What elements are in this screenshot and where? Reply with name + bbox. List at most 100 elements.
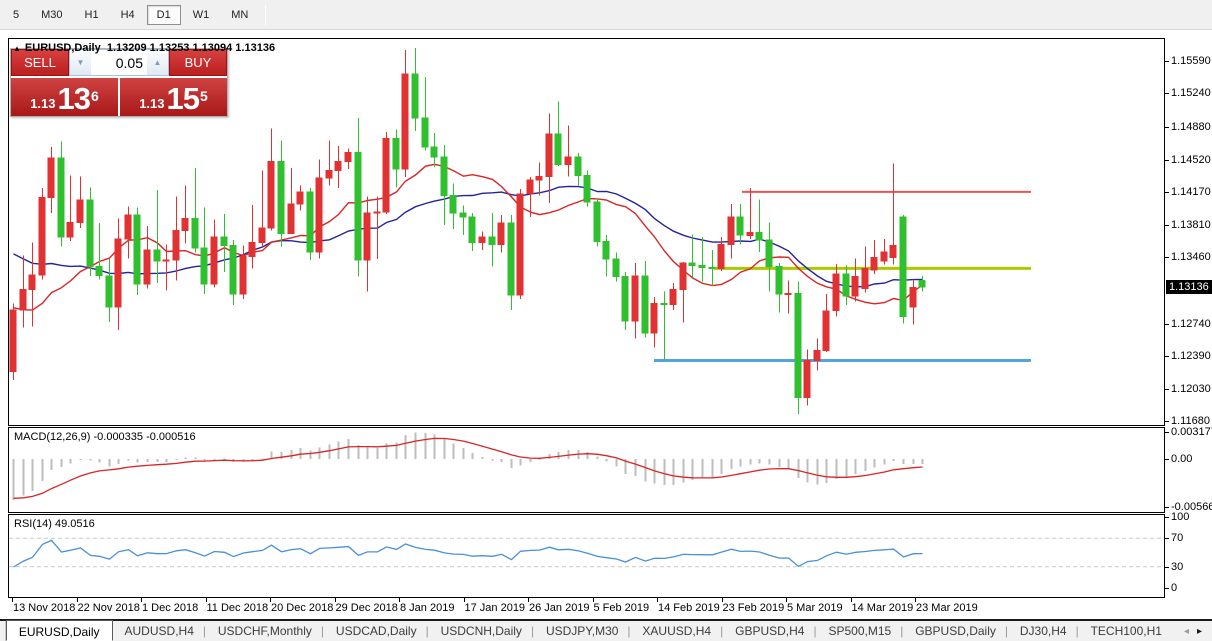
- chart-tab-eurusd[interactable]: EURUSD,Daily: [6, 620, 113, 641]
- buy-price-sup: 5: [200, 78, 208, 114]
- candle-body: [460, 213, 466, 217]
- candle-body: [661, 303, 667, 304]
- candle-body: [106, 276, 112, 307]
- timeframe-button-5[interactable]: 5: [3, 5, 29, 25]
- timeframe-toolbar: 5M30H1H4D1W1MN: [0, 0, 1212, 30]
- timeframe-button-D1[interactable]: D1: [147, 5, 181, 25]
- tabs-scroll-left-icon[interactable]: ◂: [1184, 626, 1189, 637]
- macd-histogram-bar: [826, 459, 828, 483]
- macd-histogram-bar: [195, 458, 197, 459]
- date-label: 23 Feb 2019: [723, 602, 785, 614]
- rsi-tick-label: 100: [1171, 511, 1189, 523]
- chart-tab-dj30[interactable]: DJ30,H4: [1008, 621, 1079, 641]
- chart-tab-usdcnh[interactable]: USDCNH,Daily: [429, 621, 534, 641]
- chart-tab-audusd[interactable]: AUDUSD,H4: [113, 621, 206, 641]
- rsi-chart[interactable]: [9, 515, 1164, 596]
- candle-body: [843, 274, 849, 296]
- ohlc-values: 1.13209 1.13253 1.13094 1.13136: [107, 42, 275, 54]
- timeframe-button-H4[interactable]: H4: [111, 5, 145, 25]
- candle-body: [355, 152, 361, 260]
- symbol-label: EURUSD,Daily: [25, 42, 101, 54]
- chart-tab-gbpusd[interactable]: GBPUSD,H4: [723, 621, 816, 641]
- candle-body: [288, 204, 294, 234]
- candle-body: [10, 310, 16, 372]
- candle-body: [87, 200, 93, 266]
- macd-histogram-bar: [319, 447, 321, 458]
- macd-histogram-bar: [262, 458, 264, 459]
- macd-histogram-bar: [922, 459, 924, 464]
- macd-histogram-bar: [137, 459, 139, 463]
- candle-body: [297, 192, 303, 204]
- price-axis[interactable]: 1.155901.152401.148801.145201.141701.138…: [1165, 38, 1212, 598]
- macd-histogram-bar: [61, 459, 63, 467]
- macd-histogram-bar: [913, 459, 915, 464]
- chart-tab-sp500[interactable]: SP500,M15: [816, 621, 903, 641]
- macd-histogram-bar: [425, 433, 427, 459]
- axis-tick: [1165, 192, 1169, 193]
- candle-body: [642, 276, 648, 333]
- candle-body: [632, 276, 638, 321]
- timeframe-button-MN[interactable]: MN: [221, 5, 258, 25]
- candle-body: [795, 293, 801, 397]
- timeframe-button-H1[interactable]: H1: [75, 5, 109, 25]
- rsi-line: [14, 540, 923, 567]
- date-label: 13 Nov 2018: [13, 602, 75, 614]
- candle-body: [785, 293, 791, 294]
- chart-tab-tech100[interactable]: TECH100,H1: [1079, 621, 1174, 641]
- macd-histogram-bar: [80, 459, 82, 460]
- axis-tick: [1165, 389, 1169, 390]
- candle-body: [192, 219, 198, 249]
- macd-histogram-bar: [846, 459, 848, 477]
- candle-body: [871, 257, 877, 270]
- tab-scrollers: ◂ ▸: [1174, 621, 1212, 641]
- price-tick-label: 1.14170: [1171, 186, 1211, 198]
- macd-histogram-bar: [692, 459, 694, 480]
- chart-tab-usdjpy[interactable]: USDJPY,M30: [534, 621, 630, 641]
- rsi-label: RSI(14) 49.0516: [14, 518, 95, 530]
- candle-body: [718, 244, 724, 268]
- macd-histogram-bar: [893, 459, 895, 461]
- candle-body: [833, 274, 839, 311]
- timeframe-button-W1[interactable]: W1: [183, 5, 220, 25]
- rsi-tick-label: 70: [1171, 532, 1183, 544]
- macd-histogram-bar: [147, 459, 149, 462]
- rsi-tick-label: 0: [1171, 582, 1177, 594]
- buy-price-big: 15: [167, 84, 199, 114]
- macd-histogram-bar: [740, 459, 742, 467]
- sell-price-sup: 6: [91, 78, 99, 114]
- candle-body: [555, 134, 561, 164]
- axis-tick: [1165, 225, 1169, 226]
- axis-tick: [1165, 257, 1169, 258]
- chart-tab-usdcad[interactable]: USDCAD,Daily: [324, 621, 429, 641]
- macd-histogram-bar: [520, 459, 522, 466]
- price-tick-label: 1.15240: [1171, 87, 1211, 99]
- chart-tab-usdchf[interactable]: USDCHF,Monthly: [206, 621, 324, 641]
- candle-body: [163, 260, 169, 261]
- chart-tab-gbpusd[interactable]: GBPUSD,Daily: [903, 621, 1008, 641]
- collapse-icon[interactable]: ▲: [13, 44, 21, 53]
- candle-body: [115, 239, 121, 307]
- buy-price-prefix: 1.13: [139, 94, 164, 114]
- chart-tab-xauusd[interactable]: XAUUSD,H4: [630, 621, 723, 641]
- candle-body: [441, 157, 447, 196]
- macd-histogram-bar: [530, 459, 532, 462]
- timeframe-button-M30[interactable]: M30: [31, 5, 72, 25]
- candle-body: [823, 311, 829, 351]
- candle-body: [316, 178, 322, 252]
- candle-body: [134, 215, 140, 284]
- candle-body: [422, 118, 428, 147]
- tabs-scroll-right-icon[interactable]: ▸: [1197, 626, 1202, 637]
- candle-body: [489, 237, 495, 244]
- sell-price-display[interactable]: 1.13136: [11, 78, 118, 116]
- axis-tick: [1165, 588, 1169, 589]
- candle-body: [201, 248, 207, 284]
- buy-price-display[interactable]: 1.13155: [120, 78, 227, 116]
- macd-histogram-bar: [109, 459, 111, 467]
- macd-histogram-bar: [855, 459, 857, 474]
- date-axis[interactable]: 13 Nov 201822 Nov 20181 Dec 201811 Dec 2…: [8, 598, 1165, 618]
- macd-histogram-bar: [70, 459, 72, 464]
- date-label: 1 Dec 2018: [142, 602, 198, 614]
- macd-histogram-bar: [731, 459, 733, 469]
- candle-body: [20, 290, 26, 310]
- candle-body: [479, 237, 485, 243]
